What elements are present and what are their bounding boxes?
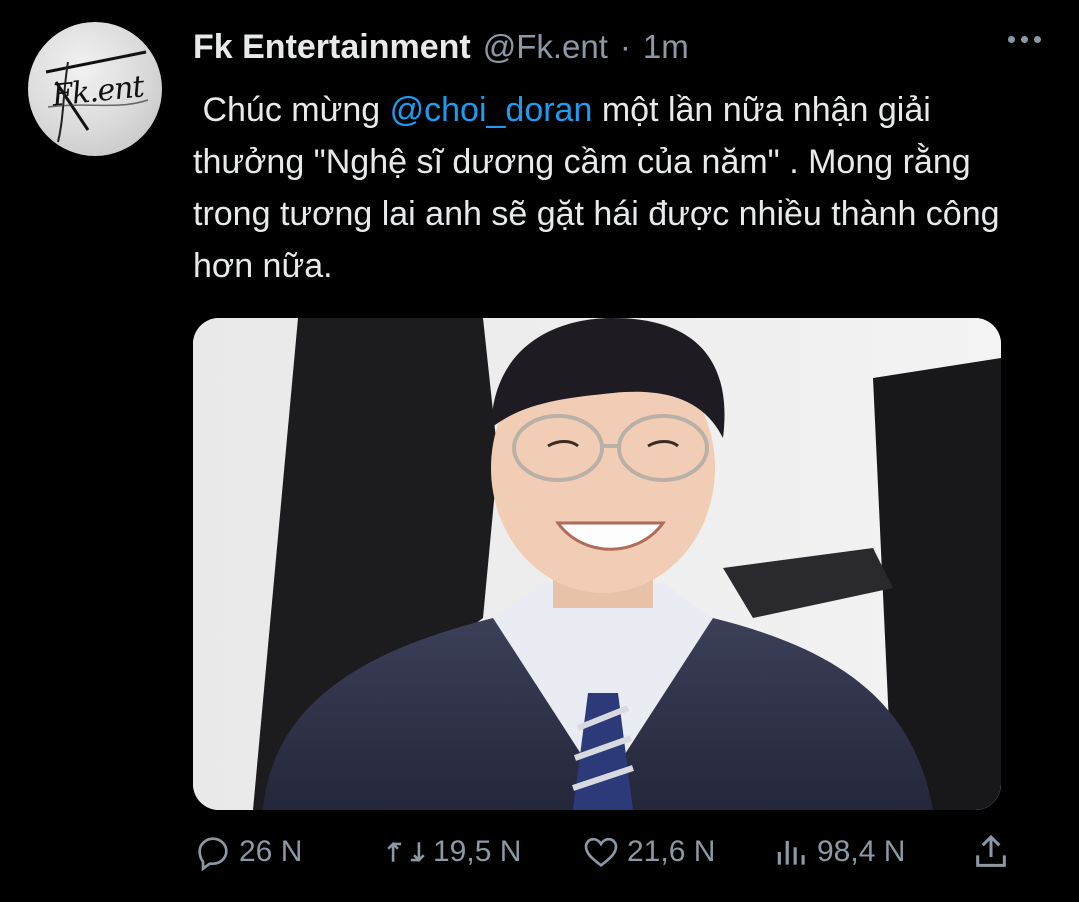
tweet-actions: 26 N 19,5 N 21,6 N 98,4 N [193, 832, 1023, 886]
reply-icon [198, 837, 228, 872]
tweet-text-prefix: Chúc mừng [193, 91, 390, 129]
view-count: 98,4 N [817, 835, 906, 868]
author-name[interactable]: Fk Entertainment [193, 28, 471, 67]
views-icon [777, 840, 805, 865]
tweet-header: Fk Entertainment @Fk.ent · 1m [193, 28, 689, 72]
reply-button[interactable]: 26 N [193, 832, 302, 872]
tweet-photo[interactable] [193, 318, 1001, 810]
share-button[interactable] [971, 832, 1011, 872]
avatar[interactable]: Fk.ent [28, 22, 162, 156]
share-icon [976, 834, 1006, 867]
views-button[interactable]: 98,4 N [773, 832, 905, 872]
photo-content [193, 318, 1001, 810]
like-icon [584, 837, 618, 868]
retweet-count: 19,5 N [433, 835, 522, 868]
mention-link[interactable]: @choi_doran [390, 91, 593, 129]
more-icon[interactable] [1008, 36, 1041, 43]
tweet-text: Chúc mừng @choi_doran một lần nữa nhận g… [193, 84, 1043, 292]
author-handle[interactable]: @Fk.ent [483, 28, 608, 66]
retweet-icon [387, 842, 425, 862]
like-count: 21,6 N [627, 835, 716, 868]
tweet-timestamp[interactable]: 1m [643, 28, 689, 66]
reply-count: 26 N [239, 835, 303, 868]
meta-separator: · [619, 28, 631, 65]
like-button[interactable]: 21,6 N [581, 832, 715, 872]
retweet-button[interactable]: 19,5 N [385, 832, 521, 872]
